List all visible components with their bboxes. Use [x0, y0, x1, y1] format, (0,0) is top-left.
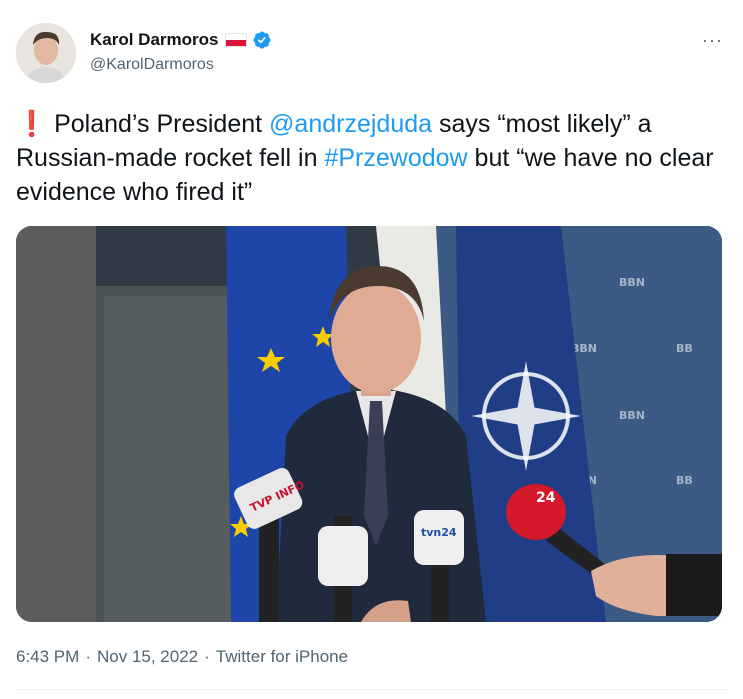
more-options-button[interactable]: ··· — [702, 30, 723, 51]
tweet-text-part-1: Poland’s President — [47, 110, 270, 138]
tweet-text: ❗ Poland’s President @andrzejduda says “… — [16, 107, 728, 209]
exclamation-icon: ❗ — [16, 110, 48, 138]
svg-text:BBN: BBN — [619, 276, 645, 289]
tweet-source[interactable]: Twitter for iPhone — [216, 647, 348, 667]
avatar-image — [16, 23, 76, 83]
hashtag-link[interactable]: #Przewodow — [324, 144, 467, 172]
divider — [16, 689, 727, 690]
author-name[interactable]: Karol Darmoros — [90, 30, 218, 50]
tweet-date[interactable]: Nov 15, 2022 — [97, 647, 198, 667]
meta-separator: · — [204, 647, 210, 666]
verified-badge-icon — [253, 31, 272, 49]
svg-text:BB: BB — [676, 342, 693, 355]
tweet-meta: 6:43 PM · Nov 15, 2022 · Twitter for iPh… — [16, 647, 348, 667]
mention-link[interactable]: @andrzejduda — [269, 110, 432, 138]
svg-text:BBN: BBN — [619, 409, 645, 422]
media-image: BBN BBN BB BBN BBN BB TVP INFO — [16, 226, 722, 622]
mic-label-polsat: 24 — [536, 490, 556, 506]
avatar[interactable] — [16, 23, 76, 83]
mic-label-tvn: tvn24 — [421, 526, 457, 539]
poland-flag-icon — [225, 33, 248, 47]
meta-separator: · — [85, 647, 91, 666]
author-name-row[interactable]: Karol Darmoros — [90, 30, 272, 50]
author-handle[interactable]: @KarolDarmoros — [90, 56, 214, 74]
tweet-time[interactable]: 6:43 PM — [16, 647, 79, 667]
svg-text:BB: BB — [676, 474, 693, 487]
tweet-media-video[interactable]: BBN BBN BB BBN BBN BB TVP INFO — [16, 226, 722, 622]
